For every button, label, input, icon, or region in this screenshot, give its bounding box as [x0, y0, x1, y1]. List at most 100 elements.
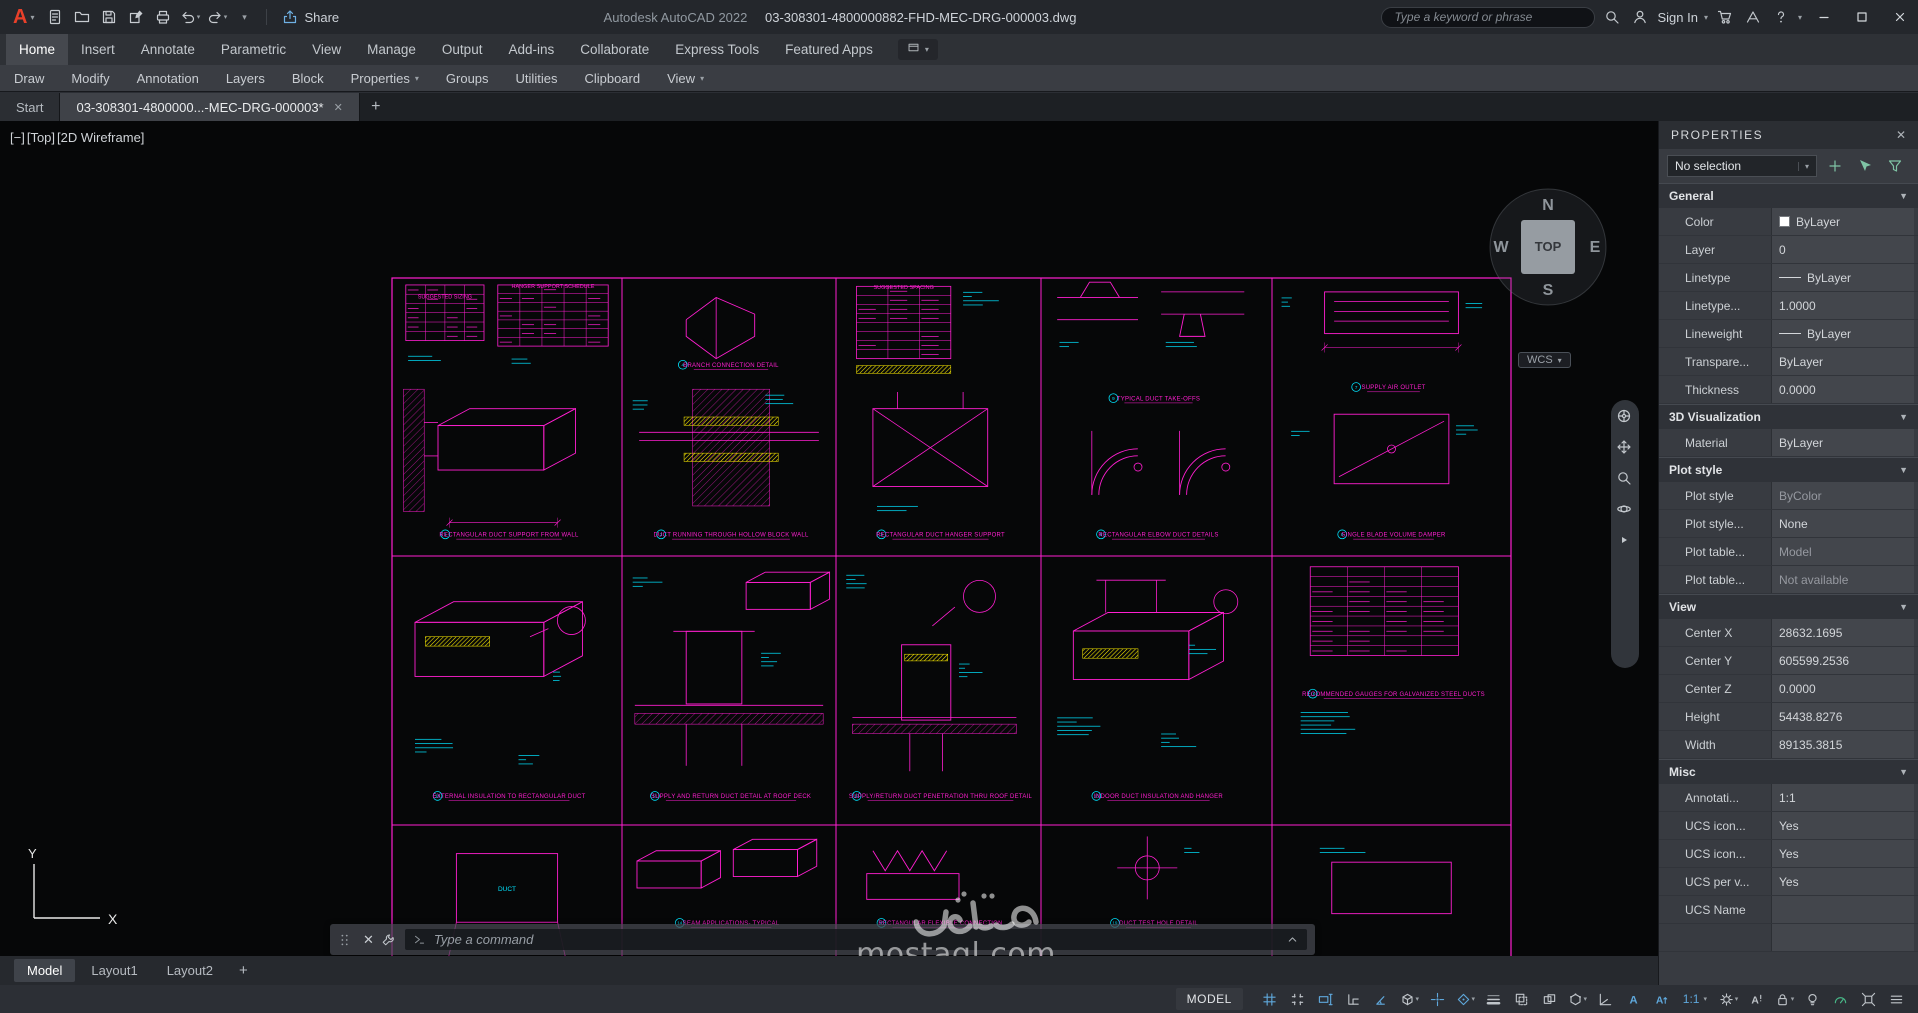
- property-value[interactable]: 0.0000: [1771, 376, 1914, 403]
- file-tab-document[interactable]: 03-308301-4800000...-MEC-DRG-000003* ✕: [60, 93, 360, 121]
- property-value[interactable]: 605599.2536: [1771, 647, 1914, 674]
- qat-customize-menu-button[interactable]: ▾: [230, 4, 257, 30]
- property-value[interactable]: ByLayer: [1771, 320, 1914, 347]
- navigation-wheel-icon[interactable]: [1616, 408, 1634, 426]
- sign-in-dropdown-icon[interactable]: ▾: [1704, 13, 1708, 22]
- viewcube-east[interactable]: E: [1590, 239, 1601, 256]
- chevron-up-icon[interactable]: [1286, 933, 1299, 946]
- qat-redo-button[interactable]: ▾: [203, 4, 230, 30]
- ribbon-panel-properties[interactable]: Properties ▾: [351, 71, 419, 86]
- property-value[interactable]: 0: [1771, 236, 1914, 263]
- ribbon-tab-insert[interactable]: Insert: [68, 34, 128, 65]
- viewport-view-control[interactable]: [Top]: [27, 130, 55, 145]
- showmotion-icon[interactable]: [1616, 532, 1634, 550]
- user-icon[interactable]: [1629, 6, 1651, 28]
- close-icon[interactable]: ✕: [363, 932, 374, 948]
- property-value[interactable]: Yes: [1771, 868, 1914, 895]
- minimize-button[interactable]: [1808, 2, 1840, 32]
- ribbon-panel-view[interactable]: View ▾: [667, 71, 704, 86]
- status-annotation-visibility-toggle[interactable]: A: [1620, 987, 1647, 1011]
- property-section-general[interactable]: General ▼: [1659, 183, 1918, 208]
- status-customize-toggle[interactable]: [1883, 987, 1910, 1011]
- new-layout-button[interactable]: +: [239, 962, 248, 979]
- command-line[interactable]: ✕ Type a command: [330, 924, 1315, 955]
- zoom-icon[interactable]: [1616, 470, 1634, 488]
- ribbon-panel-clipboard[interactable]: Clipboard: [584, 71, 640, 86]
- status-selection-cycling-toggle[interactable]: [1536, 987, 1563, 1011]
- qat-open-file-button[interactable]: [68, 4, 95, 30]
- property-value[interactable]: Yes: [1771, 812, 1914, 839]
- model-space-button[interactable]: MODEL: [1175, 988, 1243, 1010]
- viewcube-west[interactable]: W: [1493, 239, 1509, 256]
- viewcube[interactable]: N W E S TOP: [1484, 183, 1612, 311]
- status-snap-toggle[interactable]: [1284, 987, 1311, 1011]
- drawing-canvas[interactable]: 1RECTANGULAR DUCT SUPPORT FROM WALL 2DUCT…: [0, 121, 1658, 956]
- property-section-view[interactable]: View ▼: [1659, 594, 1918, 619]
- property-value[interactable]: 28632.1695: [1771, 619, 1914, 646]
- status-osnap-tracking-toggle[interactable]: [1424, 987, 1451, 1011]
- property-value[interactable]: ByLayer: [1771, 208, 1914, 235]
- qat-plot-button[interactable]: [149, 4, 176, 30]
- status-dynamic-ucs-toggle[interactable]: [1592, 987, 1619, 1011]
- wcs-dropdown[interactable]: WCS ▾: [1518, 352, 1571, 368]
- property-value[interactable]: 89135.3815: [1771, 731, 1914, 758]
- ribbon-tab-express-tools[interactable]: Express Tools: [662, 34, 772, 65]
- selection-type-dropdown[interactable]: No selection ▾: [1667, 155, 1817, 177]
- status-clean-screen-toggle[interactable]: [1855, 987, 1882, 1011]
- status-autoscale-toggle[interactable]: A: [1648, 987, 1675, 1011]
- layout-tab-layout2[interactable]: Layout2: [154, 959, 226, 982]
- ribbon-tab-output[interactable]: Output: [429, 34, 496, 65]
- search-icon[interactable]: [1601, 6, 1623, 28]
- ribbon-panel-groups[interactable]: Groups: [446, 71, 489, 86]
- close-icon[interactable]: ✕: [334, 101, 343, 114]
- property-value[interactable]: Yes: [1771, 840, 1914, 867]
- viewcube-north[interactable]: N: [1542, 197, 1554, 214]
- property-section-3d-visualization[interactable]: 3D Visualization ▼: [1659, 404, 1918, 429]
- ribbon-tab-annotate[interactable]: Annotate: [128, 34, 208, 65]
- app-menu-button[interactable]: A ▾: [6, 0, 41, 34]
- status-lock-ui-toggle[interactable]: ▾: [1771, 987, 1798, 1011]
- viewcube-south[interactable]: S: [1543, 282, 1554, 299]
- drag-handle-icon[interactable]: [338, 933, 352, 947]
- status-isodraft-toggle[interactable]: ▾: [1396, 987, 1423, 1011]
- annotation-scale-button[interactable]: 1:1 ▾: [1676, 987, 1714, 1011]
- ribbon-tab-add-ins[interactable]: Add-ins: [495, 34, 567, 65]
- property-value[interactable]: None: [1771, 510, 1914, 537]
- help-icon[interactable]: [1770, 6, 1792, 28]
- status-osnap-toggle[interactable]: ▾: [1452, 987, 1479, 1011]
- layout-tab-layout1[interactable]: Layout1: [78, 959, 150, 982]
- status-grid-toggle[interactable]: [1256, 987, 1283, 1011]
- property-value[interactable]: 1.0000: [1771, 292, 1914, 319]
- close-icon[interactable]: ✕: [1896, 128, 1906, 142]
- help-dropdown-icon[interactable]: ▾: [1798, 13, 1802, 22]
- status-graphics-toggle[interactable]: [1827, 987, 1854, 1011]
- close-button[interactable]: [1884, 2, 1916, 32]
- status-workspace-toggle[interactable]: ▾: [1715, 987, 1742, 1011]
- qat-new-file-button[interactable]: [41, 4, 68, 30]
- property-value[interactable]: ByLayer: [1771, 348, 1914, 375]
- ribbon-panel-utilities[interactable]: Utilities: [516, 71, 558, 86]
- app-store-icon[interactable]: [1714, 6, 1736, 28]
- ribbon-tab-parametric[interactable]: Parametric: [208, 34, 299, 65]
- orbit-icon[interactable]: [1616, 501, 1634, 519]
- viewport-pane-control[interactable]: [−]: [10, 130, 25, 145]
- ribbon-tab-manage[interactable]: Manage: [354, 34, 429, 65]
- qat-undo-button[interactable]: ▾: [176, 4, 203, 30]
- drawing-area[interactable]: 1 RECTANGULAR DUCT SUPPORT FROM WALL 2 DUCT…: [0, 121, 1658, 956]
- status-ortho-toggle[interactable]: [1340, 987, 1367, 1011]
- property-value[interactable]: 1:1: [1771, 784, 1914, 811]
- property-section-plot-style[interactable]: Plot style ▼: [1659, 457, 1918, 482]
- ribbon-panel-annotation[interactable]: Annotation: [137, 71, 199, 86]
- ribbon-display-toggle[interactable]: ▾: [897, 39, 938, 60]
- ribbon-tab-featured-apps[interactable]: Featured Apps: [772, 34, 886, 65]
- property-value[interactable]: 54438.8276: [1771, 703, 1914, 730]
- ribbon-tab-home[interactable]: Home: [6, 34, 69, 65]
- new-drawing-tab-button[interactable]: +: [360, 93, 392, 121]
- ribbon-tab-view[interactable]: View: [299, 34, 354, 65]
- sign-in-button[interactable]: Sign In: [1657, 10, 1697, 25]
- pan-icon[interactable]: [1616, 439, 1634, 457]
- share-button[interactable]: Share: [276, 8, 345, 26]
- property-section-misc[interactable]: Misc ▼: [1659, 759, 1918, 784]
- qat-save-button[interactable]: [95, 4, 122, 30]
- layout-tab-model[interactable]: Model: [14, 959, 76, 982]
